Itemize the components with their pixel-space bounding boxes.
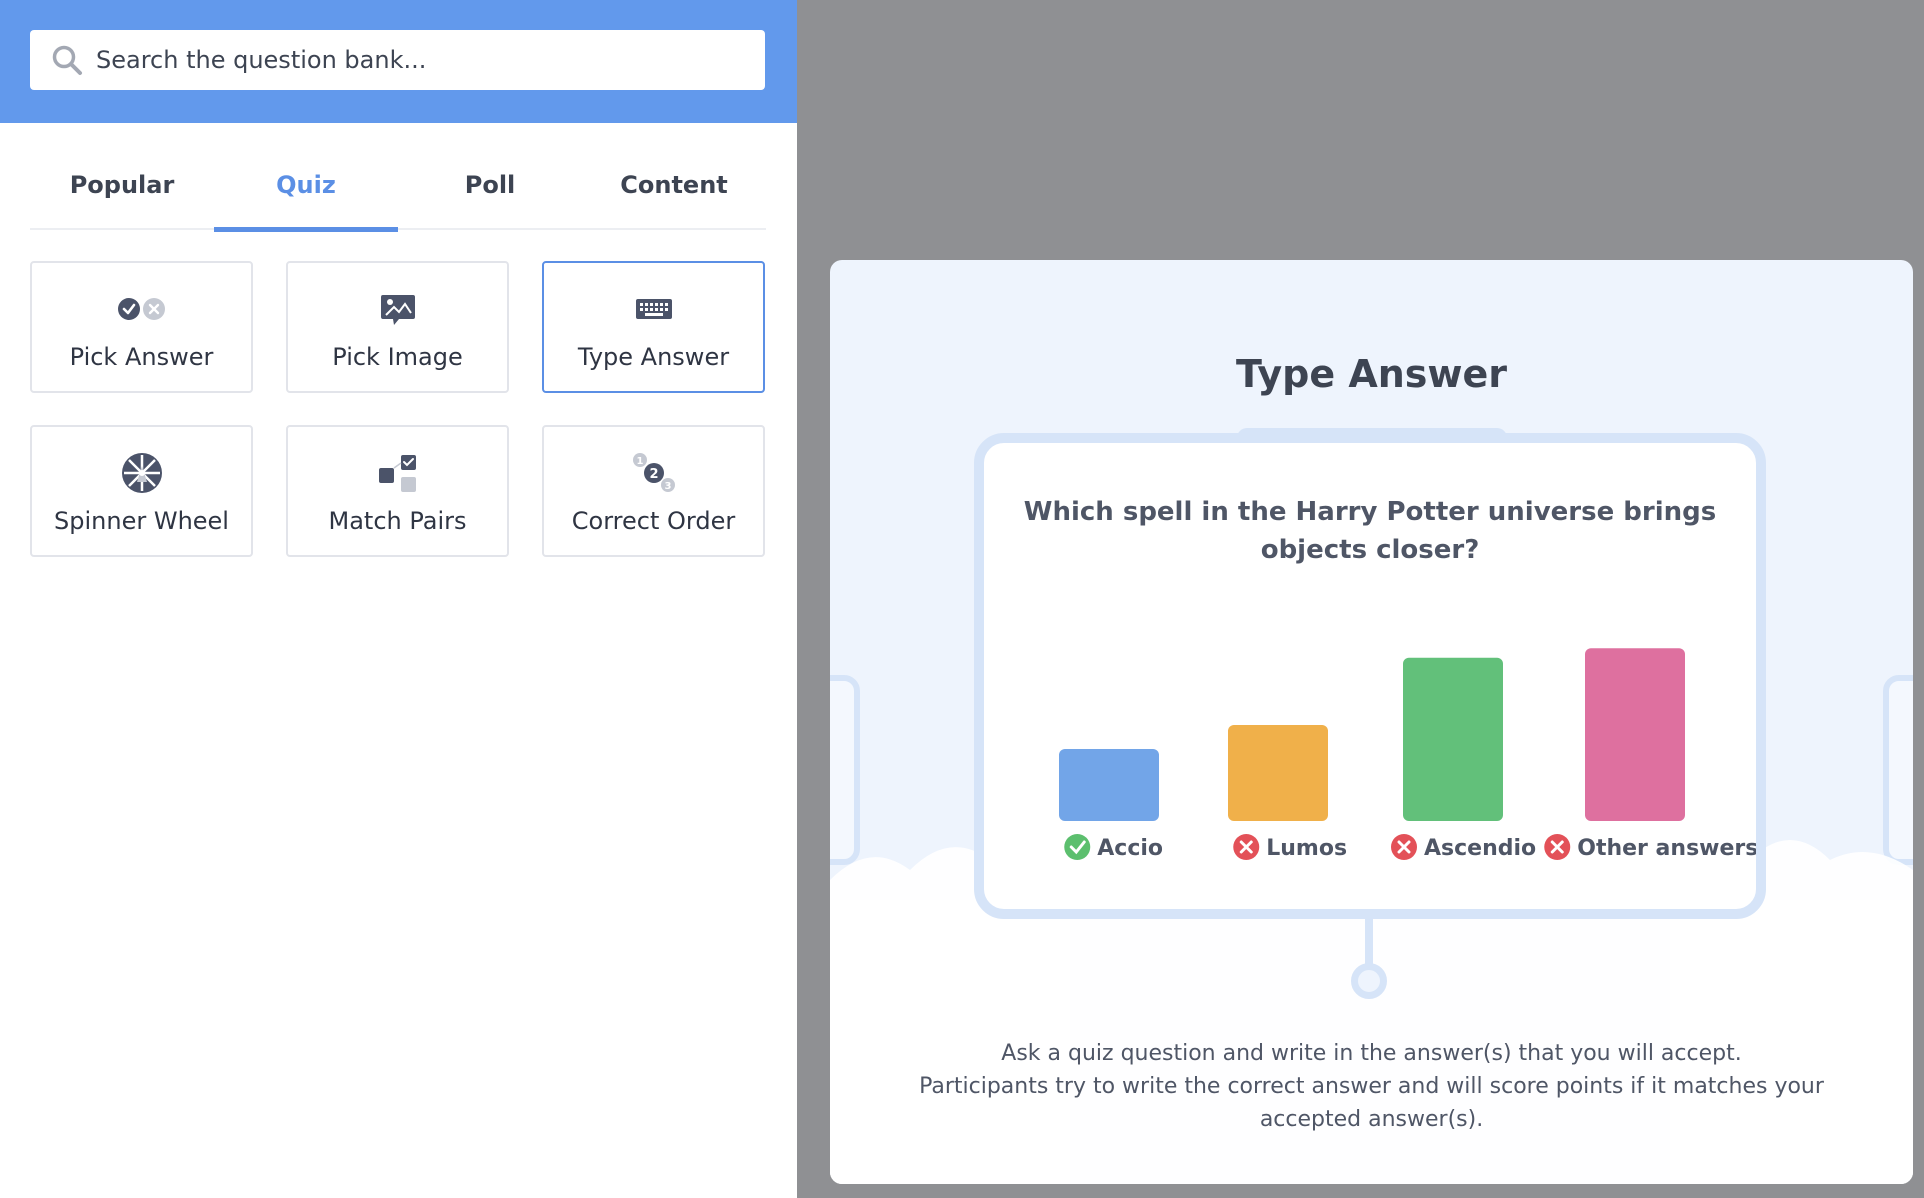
card-label: Spinner Wheel [54, 507, 229, 535]
search-header [0, 0, 797, 123]
question-type-grid: Pick Answer Pick Image Type Answer Spinn… [30, 261, 767, 557]
description-line-2: Participants try to write the correct an… [919, 1074, 1824, 1132]
bar-accio [1059, 749, 1159, 821]
preview-title: Type Answer [1235, 352, 1508, 396]
pick-image-card[interactable]: Pick Image [286, 261, 509, 393]
search-box[interactable] [30, 30, 765, 90]
bar-label: Lumos [1266, 836, 1347, 861]
match-pairs-card[interactable]: Match Pairs [286, 425, 509, 557]
search-input[interactable] [96, 46, 736, 74]
bar-lumos [1228, 725, 1328, 821]
card-label: Type Answer [577, 343, 730, 371]
results-chart: Accio Lumos Ascendio Other answers [1059, 648, 1756, 861]
tab-poll[interactable]: Poll [398, 140, 582, 230]
svg-text:3: 3 [664, 481, 671, 492]
bar-label: Ascendio [1424, 836, 1536, 861]
card-label: Correct Order [571, 507, 736, 535]
correct-order-card[interactable]: 1 2 3 Correct Order [542, 425, 765, 557]
wheel-icon [121, 451, 163, 495]
board-stand [1365, 918, 1373, 968]
search-icon [50, 43, 84, 77]
match-pairs-icon [377, 451, 419, 495]
svg-text:2: 2 [649, 467, 658, 482]
tab-content[interactable]: Content [582, 140, 766, 230]
card-label: Pick Answer [69, 343, 214, 371]
pick-answer-card[interactable]: Pick Answer [30, 261, 253, 393]
image-icon [380, 287, 415, 331]
keyboard-icon [635, 287, 672, 331]
bar-label: Accio [1097, 836, 1163, 861]
card-label: Match Pairs [328, 507, 467, 535]
bar-other-answers [1585, 648, 1685, 821]
order-icon: 1 2 3 [632, 451, 676, 495]
type-answer-card[interactable]: Type Answer [542, 261, 765, 393]
correct-check-icon [1064, 834, 1091, 860]
tab-quiz[interactable]: Quiz [214, 140, 398, 232]
category-tabs: Popular Quiz Poll Content [30, 140, 766, 232]
tab-popular[interactable]: Popular [30, 140, 214, 230]
description-line-1: Ask a quiz question and write in the ans… [1001, 1041, 1742, 1066]
question-type-panel: Popular Quiz Poll Content Pick Answer [0, 0, 797, 1198]
board-stand-base [1351, 963, 1387, 999]
svg-text:1: 1 [636, 456, 643, 467]
card-label: Pick Image [332, 343, 463, 371]
spinner-wheel-card[interactable]: Spinner Wheel [30, 425, 253, 557]
check-x-icon [116, 287, 168, 331]
bar-label: Other answers [1577, 836, 1756, 861]
description: Ask a quiz question and write in the ans… [890, 1037, 1853, 1136]
question-type-preview: Type Answer Which spell in the Harry Pot… [830, 260, 1913, 1184]
presentation-board: Which spell in the Harry Potter universe… [974, 433, 1766, 919]
bar-ascendio [1403, 657, 1503, 821]
